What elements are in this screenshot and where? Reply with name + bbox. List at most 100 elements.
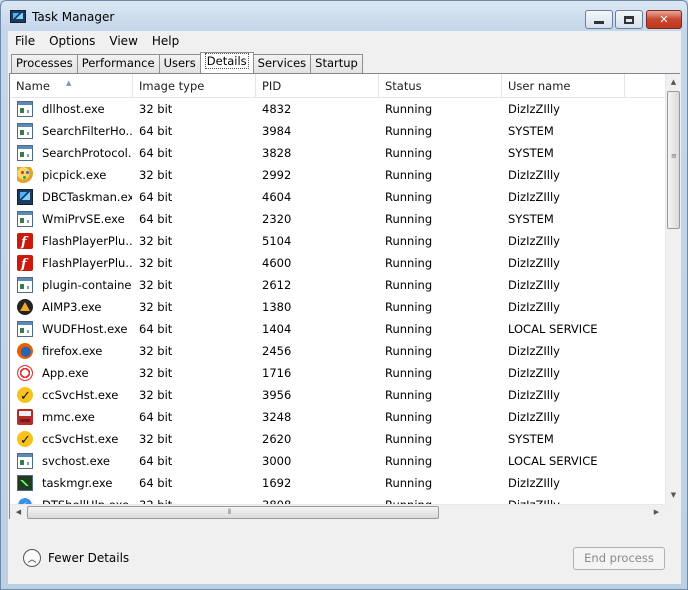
column-header-name[interactable]: ▲ Name [10, 74, 133, 98]
tab-services[interactable]: Services [252, 54, 312, 73]
table-row[interactable]: dllhost.exe 32 bit 4832 Running DizIzZIlly [10, 98, 665, 120]
cell-user-name: LOCAL SERVICE [508, 322, 598, 336]
horizontal-scrollbar[interactable]: ◀ ⦀ ▶ [10, 504, 665, 519]
sort-ascending-icon: ▲ [66, 79, 72, 87]
table-row[interactable]: App.exe 32 bit 1716 Running DizIzZIlly [10, 362, 665, 384]
column-header-name-label: Name [16, 79, 50, 93]
window-icon [17, 211, 33, 227]
cell-pid: 4832 [262, 102, 292, 116]
column-header-row: ▲ Name Image type PID Status User name [10, 74, 665, 98]
cell-user-name: DizIzZIlly [508, 366, 560, 380]
cell-pid: 3828 [262, 146, 292, 160]
scroll-left-icon[interactable]: ◀ [10, 505, 27, 520]
window-icon [17, 321, 33, 337]
cell-process-name: ccSvcHst.exe [42, 432, 119, 446]
minimize-button[interactable] [585, 10, 613, 29]
tab-details[interactable]: Details [199, 52, 254, 73]
cell-pid: 2612 [262, 278, 292, 292]
cell-user-name: DizIzZIlly [508, 190, 560, 204]
cell-pid: 3956 [262, 388, 292, 402]
horizontal-scroll-thumb[interactable]: ⦀ [27, 506, 439, 519]
tab-performance[interactable]: Performance [76, 54, 160, 73]
cell-user-name: SYSTEM [508, 212, 554, 226]
cell-process-name: picpick.exe [42, 168, 107, 182]
scroll-right-icon[interactable]: ▶ [648, 505, 665, 520]
cell-status: Running [385, 190, 433, 204]
table-row[interactable]: WmiPrvSE.exe 64 bit 2320 Running SYSTEM [10, 208, 665, 230]
window-title: Task Manager [32, 10, 115, 24]
table-row[interactable]: svchost.exe 64 bit 3000 Running LOCAL SERVIC… [10, 450, 665, 472]
window-icon [17, 101, 33, 117]
cell-process-name: mmc.exe [42, 410, 95, 424]
end-process-button[interactable]: End process [573, 547, 665, 570]
minimize-icon [594, 21, 604, 24]
column-header-status[interactable]: Status [379, 74, 502, 98]
cell-status: Running [385, 366, 433, 380]
cell-status: Running [385, 344, 433, 358]
menu-file[interactable]: File [8, 31, 42, 51]
cell-pid: 1692 [262, 476, 292, 490]
fewer-details-label: Fewer Details [48, 551, 130, 565]
cell-pid: 1380 [262, 300, 292, 314]
maximize-button[interactable] [615, 10, 643, 29]
mmc-icon [17, 409, 33, 425]
cell-pid: 5104 [262, 234, 292, 248]
table-row[interactable]: SearchProtocol... 64 bit 3828 Running SYSTEM [10, 142, 665, 164]
cell-image-type: 32 bit [139, 234, 173, 248]
fewer-details-button[interactable]: ︿ Fewer Details [23, 549, 129, 567]
tab-details-label: Details [204, 53, 249, 69]
tab-strip: Processes Performance Users Details Serv… [11, 52, 363, 73]
table-row[interactable]: plugin-containe... 32 bit 2612 Running DizIz… [10, 274, 665, 296]
cell-process-name: FlashPlayerPlu... [42, 234, 132, 248]
table-row[interactable]: SearchFilterHo... 64 bit 3984 Running SYSTEM [10, 120, 665, 142]
menu-view[interactable]: View [102, 31, 144, 51]
cell-image-type: 64 bit [139, 190, 173, 204]
vertical-scrollbar[interactable]: ▲ ≡ ▼ [665, 74, 680, 504]
table-row[interactable]: ccSvcHst.exe 32 bit 3956 Running DizIzZIlly [10, 384, 665, 406]
tab-users[interactable]: Users [158, 54, 201, 73]
table-row[interactable]: ccSvcHst.exe 32 bit 2620 Running SYSTEM [10, 428, 665, 450]
cell-image-type: 32 bit [139, 168, 173, 182]
cell-pid: 3000 [262, 454, 292, 468]
cell-user-name: DizIzZIlly [508, 168, 560, 182]
table-row[interactable]: AIMP3.exe 32 bit 1380 Running DizIzZIlly [10, 296, 665, 318]
table-row[interactable]: picpick.exe 32 bit 2992 Running DizIzZIlly [10, 164, 665, 186]
column-header-image-type[interactable]: Image type [133, 74, 256, 98]
table-row[interactable]: WUDFHost.exe 64 bit 1404 Running LOCAL SERVI… [10, 318, 665, 340]
cell-pid: 2320 [262, 212, 292, 226]
table-row[interactable]: taskmgr.exe 64 bit 1692 Running DizIzZIlly [10, 472, 665, 494]
column-header-pid[interactable]: PID [256, 74, 379, 98]
cell-pid: 4600 [262, 256, 292, 270]
cell-image-type: 64 bit [139, 146, 173, 160]
menu-options[interactable]: Options [42, 31, 102, 51]
cell-status: Running [385, 454, 433, 468]
column-header-user-name[interactable]: User name [502, 74, 625, 98]
task-manager-app-icon [10, 10, 26, 23]
table-row[interactable]: FlashPlayerPlu... 32 bit 5104 Running DizIzZ… [10, 230, 665, 252]
app-icon [17, 365, 33, 381]
menu-help[interactable]: Help [145, 31, 186, 51]
close-button[interactable]: ✕ [646, 10, 682, 29]
cell-process-name: taskmgr.exe [42, 476, 113, 490]
vertical-scroll-thumb[interactable]: ≡ [667, 91, 680, 229]
palette-icon [17, 167, 33, 183]
table-row[interactable]: FlashPlayerPlu... 32 bit 4600 Running DizIzZ… [10, 252, 665, 274]
cell-image-type: 32 bit [139, 256, 173, 270]
menu-bar: File Options View Help [8, 31, 681, 51]
table-row[interactable]: DBCTaskman.exe 64 bit 4604 Running DizIzZIll… [10, 186, 665, 208]
table-row[interactable]: mmc.exe 64 bit 3248 Running DizIzZIlly [10, 406, 665, 428]
cell-pid: 4604 [262, 190, 292, 204]
cell-process-name: firefox.exe [42, 344, 103, 358]
cell-image-type: 32 bit [139, 344, 173, 358]
title-bar[interactable]: Task Manager ✕ [1, 1, 687, 31]
scroll-up-icon[interactable]: ▲ [666, 74, 681, 91]
cell-user-name: LOCAL SERVICE [508, 454, 598, 468]
task-manager-window: Task Manager ✕ File Options View Help Pr… [0, 0, 688, 590]
cell-status: Running [385, 278, 433, 292]
cell-status: Running [385, 300, 433, 314]
footer-bar: ︿ Fewer Details End process [8, 527, 681, 584]
scroll-down-icon[interactable]: ▼ [666, 487, 681, 504]
cell-status: Running [385, 146, 433, 160]
table-row[interactable]: firefox.exe 32 bit 2456 Running DizIzZIlly [10, 340, 665, 362]
tab-startup[interactable]: Startup [310, 54, 363, 73]
